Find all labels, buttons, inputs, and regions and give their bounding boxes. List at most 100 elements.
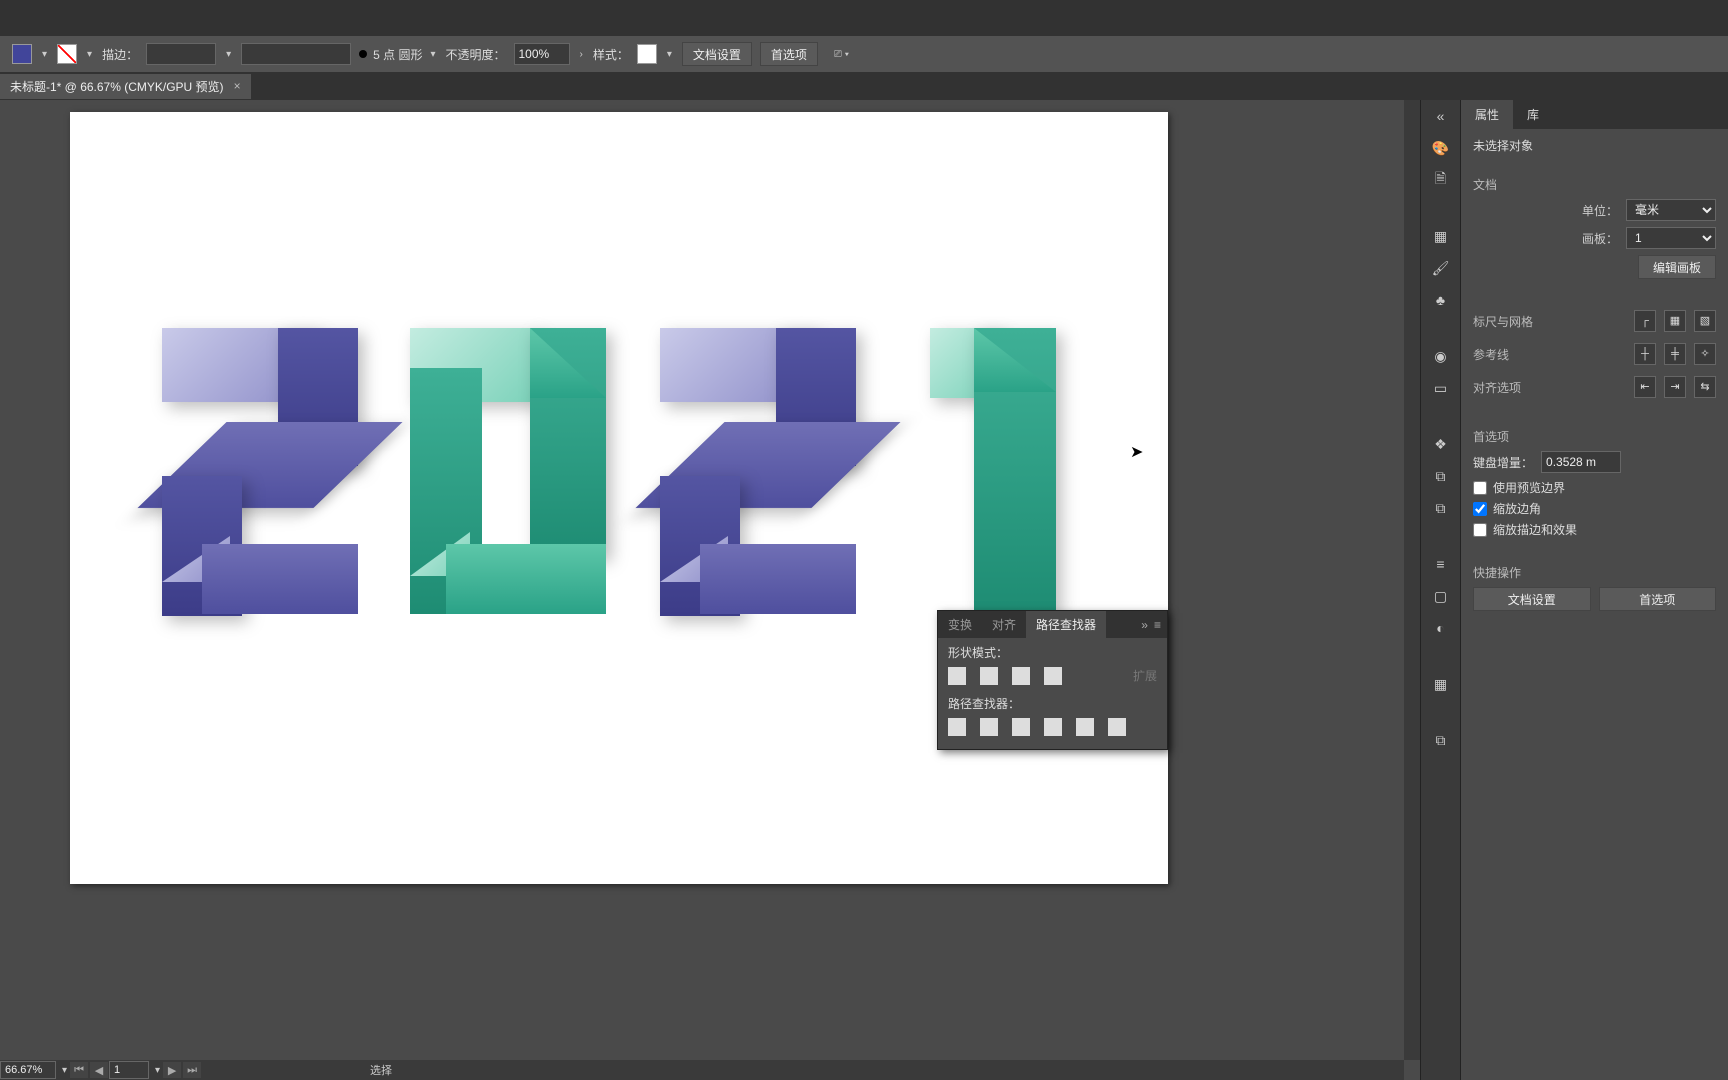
artboards-icon[interactable]: ▭ xyxy=(1431,378,1451,398)
panel-menu-icon[interactable]: ≡ xyxy=(1154,618,1161,632)
align-panel-icon[interactable]: ▦ xyxy=(1431,674,1451,694)
guides-lock-icon[interactable]: ╪ xyxy=(1664,343,1686,365)
stroke-weight-caret-icon[interactable]: ▾ xyxy=(224,49,233,60)
pathfinder-dock-icon[interactable]: ⧉ xyxy=(1431,730,1451,750)
gradient-icon[interactable]: ▢ xyxy=(1431,586,1451,606)
align-flyout-icon[interactable]: ⎚ ▾ xyxy=(832,49,851,60)
guides-visibility-icon[interactable]: ┼ xyxy=(1634,343,1656,365)
doc-tab[interactable]: 未标题-1* @ 66.67% (CMYK/GPU 预览) × xyxy=(0,74,251,99)
scale-strokes-checkbox[interactable]: 缩放描边和效果 xyxy=(1473,521,1716,538)
expand-button[interactable]: 扩展 xyxy=(1133,667,1157,685)
minus-back-icon[interactable] xyxy=(1108,718,1126,736)
artboard-select[interactable]: 1 xyxy=(1626,227,1716,249)
opacity-label: 不透明度： xyxy=(445,46,505,63)
fill-swatch[interactable] xyxy=(12,44,32,64)
panel-dock: « 🎨 🗎 ▦ 🖌 ♣ ◉ ▭ ❖ ⧉ ⧉ ≡ ▢ ◐ ▦ ⧉ xyxy=(1420,100,1460,1080)
quick-doc-setup-button[interactable]: 文档设置 xyxy=(1473,587,1591,611)
tab-properties[interactable]: 属性 xyxy=(1461,100,1513,129)
first-artboard-button[interactable]: ⏮ xyxy=(70,1062,88,1078)
artboard[interactable] xyxy=(70,112,1168,884)
style-swatch[interactable] xyxy=(637,44,657,64)
shape-modes-label: 形状模式： xyxy=(948,644,1157,661)
doc-tab-title: 未标题-1* @ 66.67% (CMYK/GPU 预览) xyxy=(10,78,224,95)
symbols-icon[interactable]: ♣ xyxy=(1431,290,1451,310)
style-label: 样式： xyxy=(593,46,629,63)
expand-dock-icon[interactable]: « xyxy=(1431,106,1451,126)
opacity-caret-icon[interactable]: › xyxy=(578,49,585,60)
quick-actions-header: 快捷操作 xyxy=(1473,564,1716,581)
intersect-icon[interactable] xyxy=(1012,667,1030,685)
close-tab-icon[interactable]: × xyxy=(234,79,241,93)
transparency-icon[interactable]: ◐ xyxy=(1431,618,1451,638)
edit-artboards-button[interactable]: 编辑画板 xyxy=(1638,255,1716,279)
grid-icon[interactable]: ▦ xyxy=(1664,310,1686,332)
next-artboard-button[interactable]: ▶ xyxy=(163,1062,181,1078)
exclude-icon[interactable] xyxy=(1044,667,1062,685)
menubar xyxy=(0,0,1728,36)
stroke-dropdown-icon[interactable]: ▾ xyxy=(85,49,94,60)
opacity-input[interactable] xyxy=(514,43,570,65)
stroke-profile-field[interactable] xyxy=(241,43,351,65)
prev-artboard-button[interactable]: ◀ xyxy=(90,1062,108,1078)
stroke-panel-icon[interactable]: ≡ xyxy=(1431,554,1451,574)
unite-icon[interactable] xyxy=(948,667,966,685)
properties-panel: 属性 库 未选择对象 文档 单位： 毫米 画板： 1 编辑画板 标尺与网格 xyxy=(1460,100,1728,1080)
stroke-weight-field[interactable] xyxy=(146,43,216,65)
asset-export-icon[interactable]: ⧉ xyxy=(1431,466,1451,486)
appearance-icon[interactable]: ◉ xyxy=(1431,346,1451,366)
style-caret-icon[interactable]: ▾ xyxy=(665,49,674,60)
stroke-swatch[interactable] xyxy=(57,44,77,64)
prefs-section-header: 首选项 xyxy=(1473,428,1716,445)
workarea: ➤ ▾ ⏮ ◀ ▾ ▶ ⏭ 选择 变换 对齐 路径查找器 » ≡ xyxy=(0,100,1728,1080)
artboard-label: 画板： xyxy=(1473,230,1618,247)
smart-guides-icon[interactable]: ✧ xyxy=(1694,343,1716,365)
snap-point-icon[interactable]: ⇥ xyxy=(1664,376,1686,398)
artboard-caret-icon[interactable]: ▾ xyxy=(153,1065,162,1076)
stroke-label: 描边： xyxy=(102,46,138,63)
brush-display: 5 点 圆形 xyxy=(373,46,422,63)
minus-front-icon[interactable] xyxy=(980,667,998,685)
last-artboard-button[interactable]: ⏭ xyxy=(183,1062,201,1078)
tab-align[interactable]: 对齐 xyxy=(982,611,1026,638)
transparency-grid-icon[interactable]: ▧ xyxy=(1694,310,1716,332)
options-bar: ▾ ▾ 描边： ▾ 5 点 圆形 ▾ 不透明度： › 样式： ▾ 文档设置 首选… xyxy=(0,36,1728,72)
align-options-header: 对齐选项 xyxy=(1473,379,1626,396)
page-icon[interactable]: 🗎 xyxy=(1431,170,1451,190)
cursor-icon: ➤ xyxy=(1130,442,1143,462)
fill-dropdown-icon[interactable]: ▾ xyxy=(40,49,49,60)
pathfinders-label: 路径查找器： xyxy=(948,695,1157,712)
tab-transform[interactable]: 变换 xyxy=(938,611,982,638)
swatches-icon[interactable]: ▦ xyxy=(1431,226,1451,246)
outline-icon[interactable] xyxy=(1076,718,1094,736)
layers-icon[interactable]: ❖ xyxy=(1431,434,1451,454)
no-selection-label: 未选择对象 xyxy=(1473,137,1716,154)
artboard-index-input[interactable] xyxy=(109,1061,149,1079)
zoom-input[interactable] xyxy=(0,1061,56,1079)
snap-pixel-icon[interactable]: ⇤ xyxy=(1634,376,1656,398)
crop-icon[interactable] xyxy=(1044,718,1062,736)
key-increment-input[interactable] xyxy=(1541,451,1621,473)
divide-icon[interactable] xyxy=(948,718,966,736)
trim-icon[interactable] xyxy=(980,718,998,736)
snap-grid-icon[interactable]: ⇆ xyxy=(1694,376,1716,398)
merge-icon[interactable] xyxy=(1012,718,1030,736)
pathfinder-panel[interactable]: 变换 对齐 路径查找器 » ≡ 形状模式： 扩展 路径查找器： xyxy=(937,610,1168,750)
scrollbar-vertical[interactable] xyxy=(1404,100,1420,1060)
canvas-wrap[interactable]: ➤ ▾ ⏮ ◀ ▾ ▶ ⏭ 选择 变换 对齐 路径查找器 » ≡ xyxy=(0,100,1420,1080)
preview-bounds-checkbox[interactable]: 使用预览边界 xyxy=(1473,479,1716,496)
unit-select[interactable]: 毫米 xyxy=(1626,199,1716,221)
quick-prefs-button[interactable]: 首选项 xyxy=(1599,587,1717,611)
collapse-icon[interactable]: » xyxy=(1141,618,1148,632)
brushes-icon[interactable]: 🖌 xyxy=(1431,258,1451,278)
doc-setup-button[interactable]: 文档设置 xyxy=(682,42,752,66)
tab-pathfinder[interactable]: 路径查找器 xyxy=(1026,611,1106,638)
scale-corners-checkbox[interactable]: 缩放边角 xyxy=(1473,500,1716,517)
ruler-icon[interactable]: ┌ xyxy=(1634,310,1656,332)
tab-library[interactable]: 库 xyxy=(1513,100,1553,129)
tool-status: 选择 xyxy=(370,1062,392,1078)
links-icon[interactable]: ⧉ xyxy=(1431,498,1451,518)
zoom-caret-icon[interactable]: ▾ xyxy=(60,1065,69,1076)
prefs-button[interactable]: 首选项 xyxy=(760,42,818,66)
color-icon[interactable]: 🎨 xyxy=(1431,138,1451,158)
brush-caret-icon[interactable]: ▾ xyxy=(428,49,437,60)
